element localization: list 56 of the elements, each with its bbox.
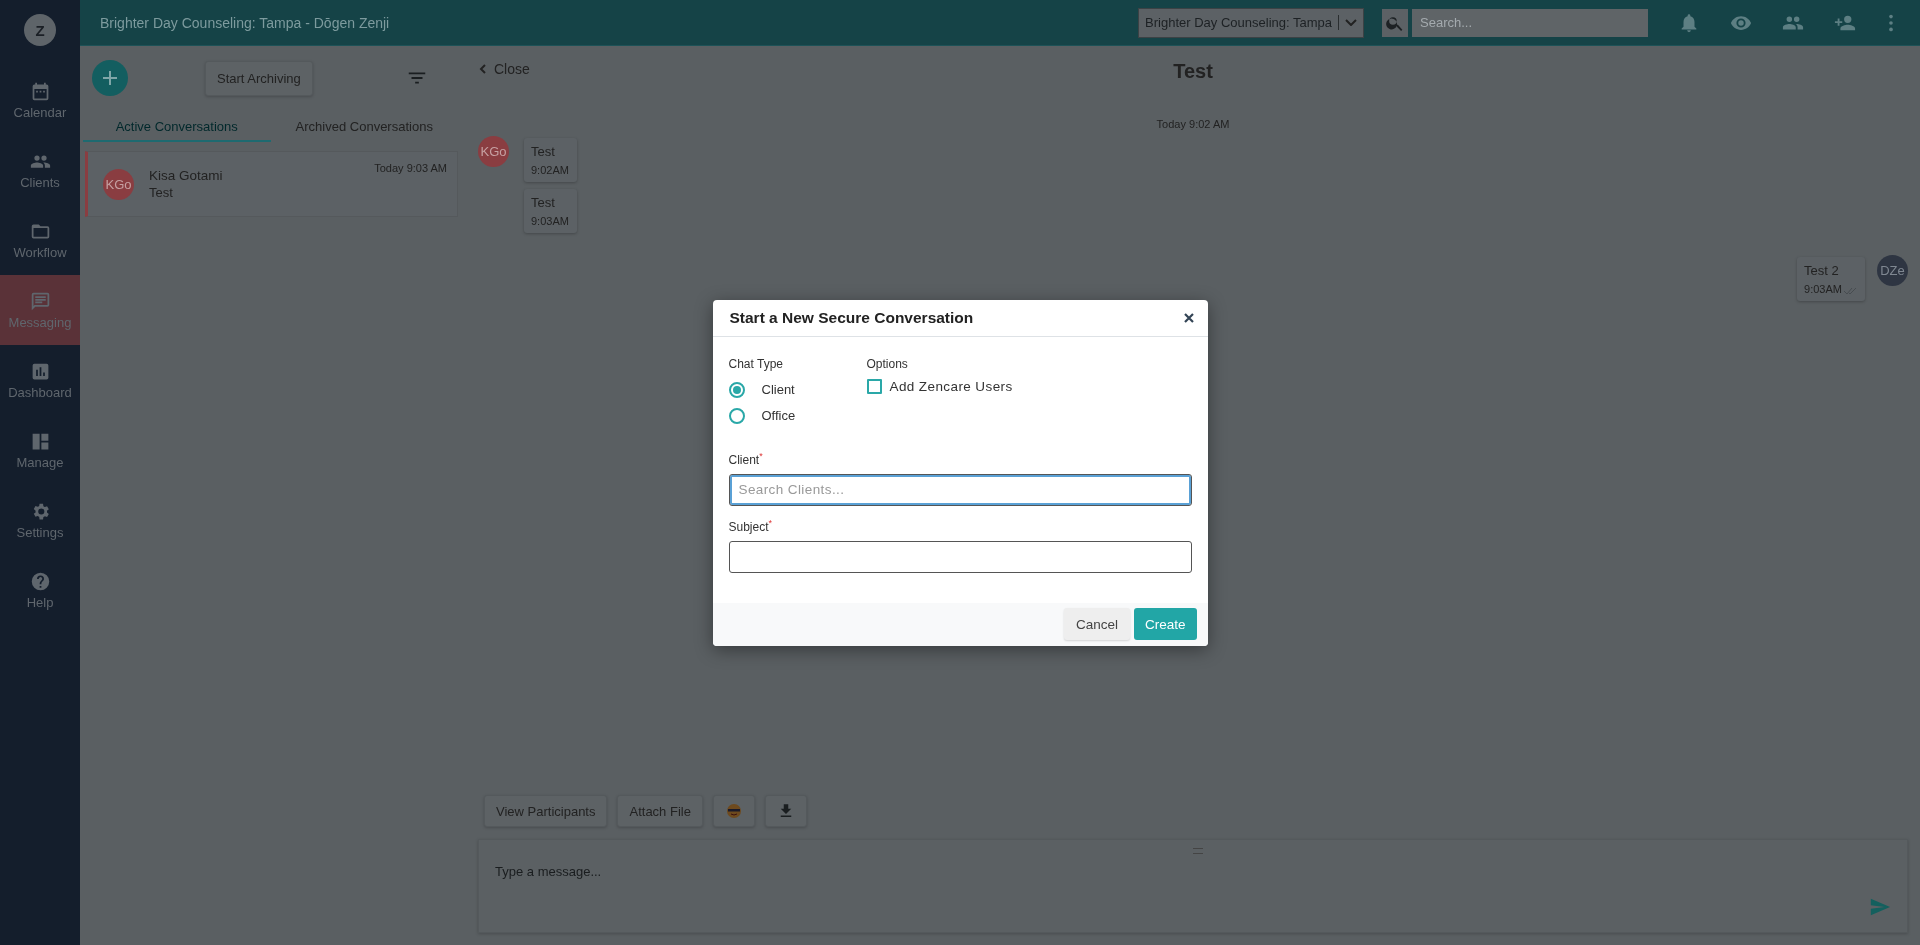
avatar: KGo — [103, 168, 134, 200]
option-checkbox[interactable]: Add Zencare Users — [866, 374, 1013, 399]
message-text: Test — [531, 144, 556, 159]
avatar: DZe — [1877, 255, 1908, 286]
cancel-button[interactable]: Cancel — [1063, 608, 1130, 640]
options-label: Options — [866, 356, 909, 371]
conversation-title: Test — [1173, 60, 1213, 83]
sidebar-item[interactable]: Dashboard — [0, 345, 80, 415]
search-button[interactable] — [1382, 8, 1408, 37]
chat-type-label: Chat Type — [728, 356, 784, 371]
message-preview: Test — [149, 185, 173, 200]
conversation-item[interactable]: KGo Kisa Gotami Test Today 9:03 AM — [85, 151, 458, 217]
conversation-time: Today 9:03 AM — [374, 162, 447, 174]
toolbar-button[interactable]: Attach File — [617, 795, 703, 827]
plus-icon — [101, 69, 119, 87]
message-text: Test 2 — [1804, 263, 1840, 278]
chat-type-radio[interactable]: Client — [728, 376, 867, 403]
search-field[interactable]: Search... — [1412, 8, 1648, 37]
practice-title: Brighter Day Counseling: Tampa - Dōgen Zenji — [100, 14, 391, 31]
chevron-down-icon — [1345, 19, 1357, 26]
start-archiving-button[interactable]: Start Archiving — [205, 60, 313, 96]
emoji-icon — [724, 802, 743, 820]
message-time: 9:03AM — [531, 215, 569, 227]
dialog-title: Start a New Secure Conversation — [729, 308, 975, 327]
location-select[interactable]: Brighter Day Counseling: Tampa — [1138, 7, 1364, 38]
avatar: KGo — [478, 136, 509, 167]
chevron-left-icon — [478, 64, 488, 74]
field-label: Subject$^{*}$ — [728, 517, 774, 534]
sidebar-item[interactable]: Workflow — [0, 205, 80, 275]
message-field[interactable]: Type a message... — [479, 840, 1907, 932]
contact-name: Kisa Gotami — [149, 168, 223, 183]
create-button[interactable]: Create — [1133, 608, 1197, 640]
sidebar-item[interactable]: Manage — [0, 415, 80, 485]
close-link[interactable]: Close — [478, 61, 530, 77]
message-text: Test — [531, 195, 556, 210]
download-button[interactable] — [764, 795, 807, 827]
chat-icon — [29, 290, 51, 312]
toolbar-button[interactable]: View Participants — [484, 795, 608, 827]
emoji-button[interactable] — [712, 795, 755, 827]
conversation-tab[interactable]: Active Conversations — [83, 112, 271, 142]
field-label: Client$^{*}$ — [728, 450, 764, 467]
conversation-tab[interactable]: Archived Conversations — [270, 112, 458, 142]
sidebar-item[interactable]: Help — [0, 555, 80, 625]
message-time: 9:02AM — [531, 164, 569, 176]
sidebar-item[interactable]: Clients — [0, 135, 80, 205]
date-divider: Today 9:02 AM — [1156, 118, 1230, 130]
help-icon — [29, 570, 51, 592]
input-field[interactable]: Search Clients... — [728, 473, 1192, 506]
app-logo[interactable]: Z — [24, 14, 56, 46]
sidebar-item[interactable]: Calendar — [0, 65, 80, 135]
input-field[interactable] — [728, 540, 1192, 573]
chat-type-radio[interactable]: Office — [728, 402, 867, 429]
message-time: 9:03AM — [1804, 283, 1842, 295]
close-icon[interactable] — [1181, 310, 1196, 325]
new-conversation-button[interactable] — [92, 60, 128, 96]
sidebar-item[interactable]: Settings — [0, 485, 80, 555]
